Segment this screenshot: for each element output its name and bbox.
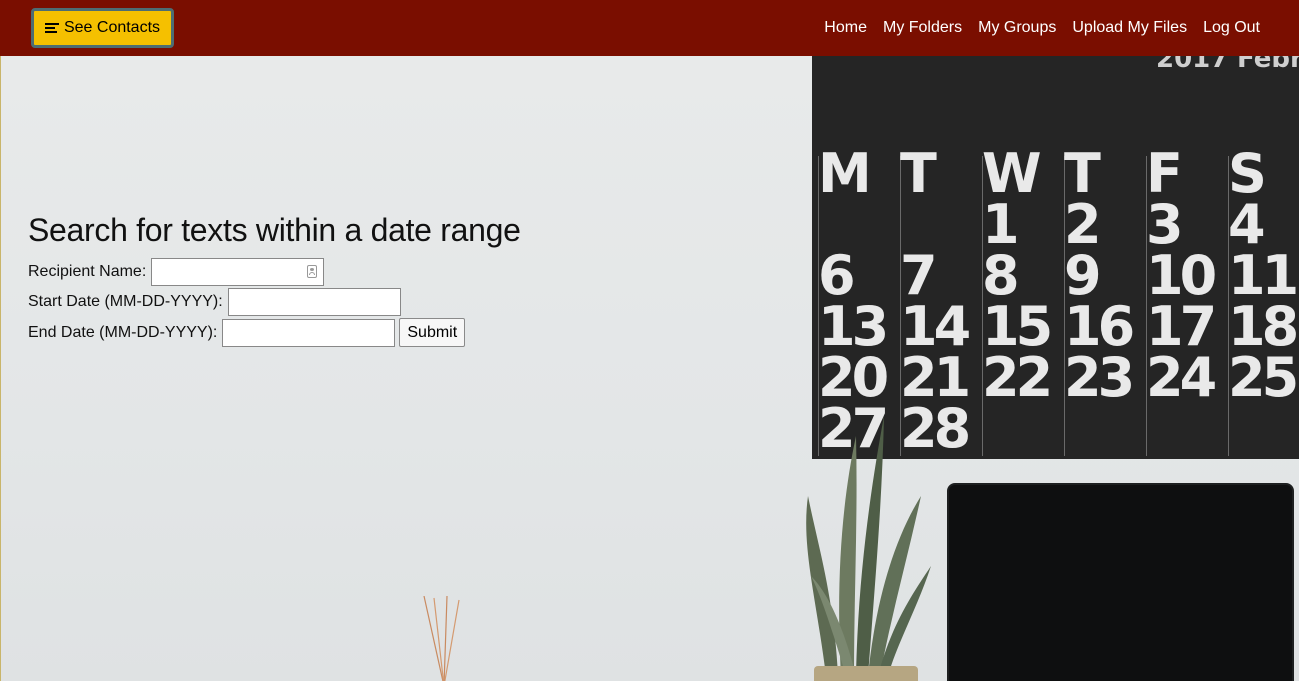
snake-plant-image: [806, 416, 931, 681]
nav-links: Home My Folders My Groups Upload My File…: [808, 0, 1260, 56]
calendar-date: 11: [1228, 244, 1299, 307]
end-date-input[interactable]: [222, 318, 396, 347]
menu-lines-icon: [44, 21, 59, 35]
reed-stick-image: [423, 596, 460, 681]
calendar-date: 2: [1064, 193, 1102, 256]
see-contacts-label: See Contacts: [63, 19, 161, 36]
calendar-date: [900, 199, 982, 250]
start-date-label: Start Date (MM-DD-YYYY):: [28, 293, 223, 310]
calendar-weekday: T: [1064, 142, 1101, 205]
calendar-weekday: T: [900, 142, 937, 205]
calendar-date: 9: [1064, 244, 1102, 307]
nav-upload-files-link[interactable]: Upload My Files: [1072, 19, 1187, 37]
calendar-date: 14: [900, 295, 971, 358]
nav-my-folders-link[interactable]: My Folders: [883, 19, 962, 37]
calendar-date: 17: [1146, 295, 1217, 358]
start-date-row: Start Date (MM-DD-YYYY):: [28, 288, 401, 316]
calendar-date: 18: [1228, 295, 1299, 358]
calendar-month: Febru: [1237, 56, 1299, 74]
contact-card-icon[interactable]: [307, 265, 318, 278]
recipient-name-label: Recipient Name:: [28, 263, 147, 280]
calendar-date: 23: [1064, 346, 1135, 409]
calendar-date: 16: [1064, 295, 1135, 358]
calendar-date: 4: [1228, 193, 1266, 256]
calendar-date: [818, 199, 900, 250]
calendar-date: 10: [1146, 244, 1217, 307]
page-title: Search for texts within a date range: [28, 212, 521, 248]
calendar-weekday: F: [1146, 142, 1183, 205]
calendar-date: 25: [1228, 346, 1299, 409]
calendar-date: 1: [982, 193, 1020, 256]
calendar-weekday: S: [1228, 142, 1267, 205]
see-contacts-button[interactable]: See Contacts: [31, 8, 174, 48]
calendar-date: 15: [982, 295, 1053, 358]
submit-button[interactable]: Submit: [399, 318, 466, 347]
calendar-date: 24: [1146, 346, 1217, 409]
recipient-name-wrapper: [151, 258, 325, 286]
calendar-date: 7: [900, 244, 938, 307]
end-date-label: End Date (MM-DD-YYYY):: [28, 323, 218, 341]
calendar-weekday: M: [818, 142, 872, 205]
nav-log-out-link[interactable]: Log Out: [1203, 19, 1260, 37]
calendar-weekday: W: [982, 142, 1042, 205]
calendar-date: 8: [982, 244, 1020, 307]
calendar-date: 6: [818, 244, 856, 307]
calendar-date: 3: [1146, 193, 1184, 256]
top-navbar: See Contacts Home My Folders My Groups U…: [0, 0, 1299, 56]
start-date-input[interactable]: [227, 288, 401, 316]
calendar-date: 22: [982, 346, 1053, 409]
computer-monitor-image: [947, 483, 1294, 681]
calendar-date: 13: [818, 295, 889, 358]
nav-my-groups-link[interactable]: My Groups: [978, 19, 1056, 37]
nav-home-link[interactable]: Home: [824, 19, 867, 37]
calendar-year: 2017: [1156, 56, 1229, 74]
recipient-name-input[interactable]: [151, 258, 325, 286]
recipient-row: Recipient Name:: [28, 258, 325, 286]
main-content: 2017 Febru M T W T F S 1 2 3 4 6 7 8 9 1…: [0, 56, 1299, 681]
end-date-row: End Date (MM-DD-YYYY): Submit: [28, 318, 466, 347]
